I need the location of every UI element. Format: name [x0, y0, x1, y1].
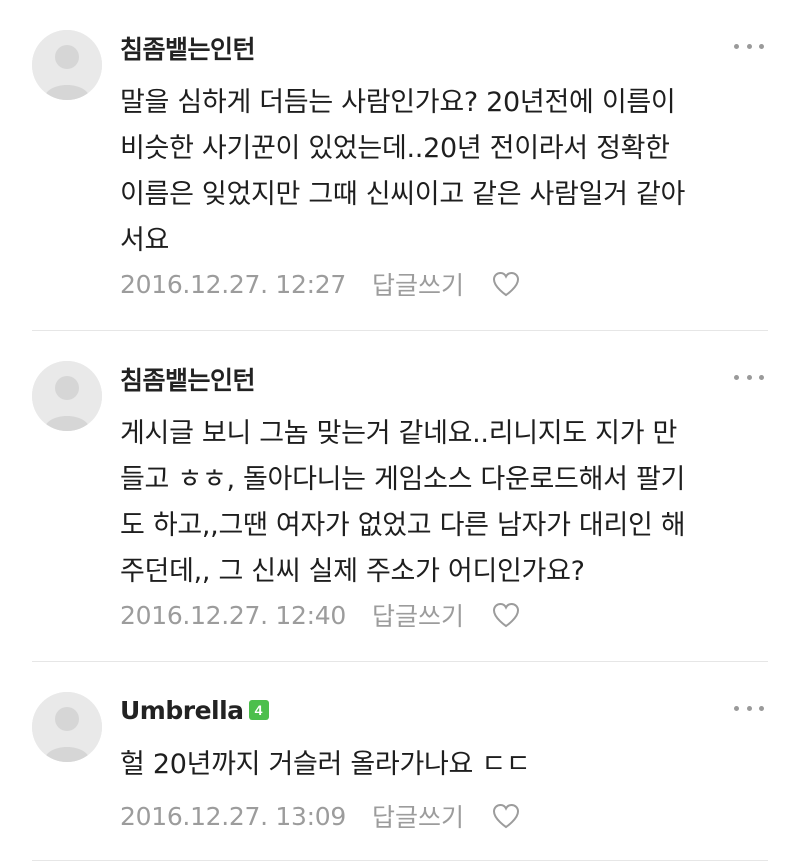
- comment-date: 2016.12.27. 13:09: [120, 801, 346, 831]
- comment-item: Umbrella 4 헐 20년까지 거슬러 올라가나요 ㄷㄷ 2016.12.…: [32, 662, 768, 861]
- heart-icon[interactable]: [490, 599, 522, 631]
- comment-meta: 2016.12.27. 13:09 답글쓰기: [120, 798, 522, 834]
- author-row: 침좀뱉는인턴: [120, 30, 256, 66]
- author-name[interactable]: Umbrella: [120, 696, 244, 725]
- avatar-icon[interactable]: [32, 692, 102, 762]
- author-name[interactable]: 침좀뱉는인턴: [120, 361, 256, 397]
- comment-meta: 2016.12.27. 12:40 답글쓰기: [120, 597, 522, 633]
- comment-text: 헐 20년까지 거슬러 올라가나요 ㄷㄷ: [120, 749, 531, 780]
- more-options-icon[interactable]: [734, 367, 764, 387]
- more-options-icon[interactable]: [734, 698, 764, 718]
- avatar-icon[interactable]: [32, 30, 102, 100]
- comment-date: 2016.12.27. 12:27: [120, 269, 346, 299]
- reply-button[interactable]: 답글쓰기: [372, 798, 464, 834]
- reply-button[interactable]: 답글쓰기: [372, 597, 464, 633]
- more-options-icon[interactable]: [734, 36, 764, 56]
- comment-text: 게시글 보니 그놈 맞는거 같네요..리니지도 지가 만 들고 ㅎㅎ, 돌아다니…: [120, 418, 686, 587]
- heart-icon[interactable]: [490, 800, 522, 832]
- comment-date: 2016.12.27. 12:40: [120, 600, 346, 630]
- author-row: Umbrella 4: [120, 692, 269, 728]
- author-row: 침좀뱉는인턴: [120, 361, 256, 397]
- comment-text: 말을 심하게 더듬는 사람인가요? 20년전에 이름이 비슷한 사기꾼이 있었는…: [120, 87, 686, 256]
- comment-item: 침좀뱉는인턴 말을 심하게 더듬는 사람인가요? 20년전에 이름이 비슷한 사…: [32, 0, 768, 331]
- comment-meta: 2016.12.27. 12:27 답글쓰기: [120, 266, 522, 302]
- heart-icon[interactable]: [490, 268, 522, 300]
- level-badge: 4: [248, 700, 269, 720]
- comment-item: 침좀뱉는인턴 게시글 보니 그놈 맞는거 같네요..리니지도 지가 만 들고 ㅎ…: [32, 331, 768, 662]
- reply-button[interactable]: 답글쓰기: [372, 266, 464, 302]
- avatar-icon[interactable]: [32, 361, 102, 431]
- author-name[interactable]: 침좀뱉는인턴: [120, 30, 256, 66]
